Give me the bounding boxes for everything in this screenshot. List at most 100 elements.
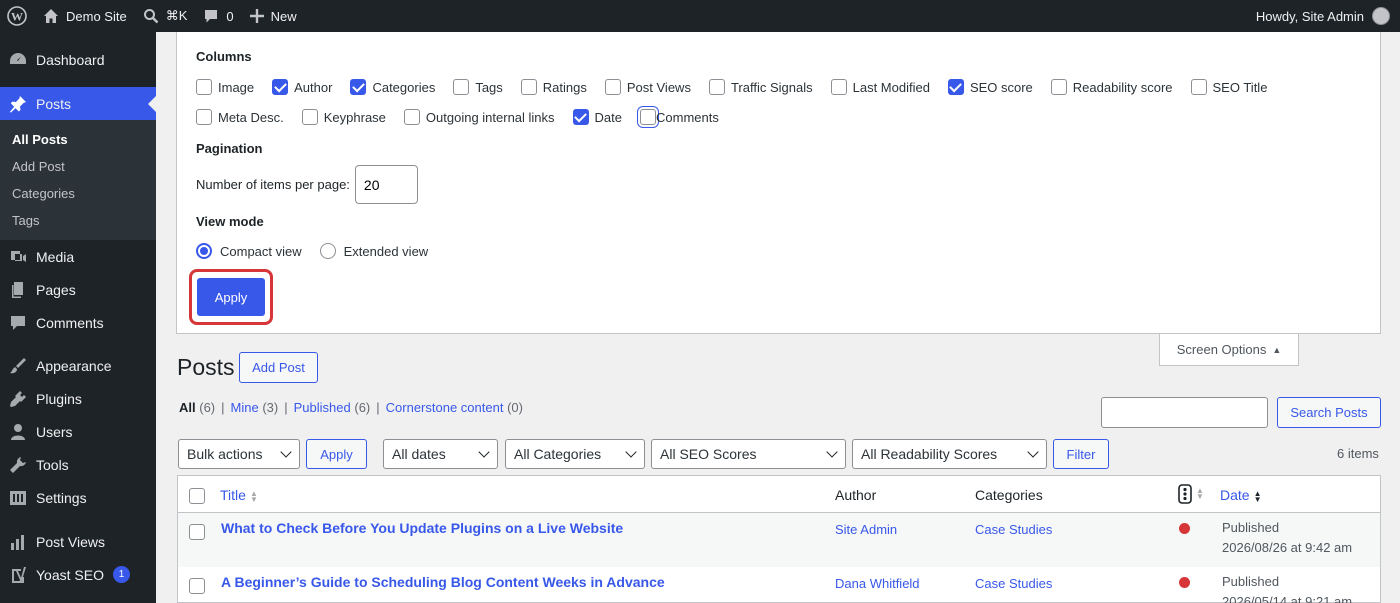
column-checkbox[interactable] <box>708 79 725 95</box>
bulk-actions-select[interactable]: Bulk actions <box>178 439 300 469</box>
column-checkbox[interactable] <box>640 109 657 125</box>
select-all-checkbox[interactable] <box>189 488 205 504</box>
comments-link[interactable]: 0 <box>195 0 241 32</box>
post-title-link[interactable]: A Beginner’s Guide to Scheduling Blog Co… <box>221 574 665 590</box>
column-checkbox[interactable] <box>830 79 847 95</box>
column-option[interactable]: Tags <box>453 79 503 95</box>
filter-published-label: Published <box>293 400 351 415</box>
categories-select[interactable]: All Categories <box>505 439 645 469</box>
readability-select[interactable]: All Readability Scores <box>852 439 1047 469</box>
extended-view-option[interactable]: Extended view <box>319 243 428 259</box>
extended-view-radio[interactable] <box>319 243 336 259</box>
column-date-label: Date <box>1220 487 1250 503</box>
column-option[interactable]: Comments <box>640 109 719 125</box>
column-option[interactable]: Last Modified <box>830 79 930 95</box>
submenu-add-post[interactable]: Add Post <box>0 153 156 180</box>
post-date: Published 2026/05/14 at 9:21 am <box>1222 572 1352 603</box>
menu-pages[interactable]: Pages <box>0 273 156 306</box>
menu-media[interactable]: Media <box>0 240 156 273</box>
column-seo-header[interactable]: ▲ ▼ <box>1178 484 1204 504</box>
filter-mine[interactable]: Mine (3) <box>231 400 279 415</box>
menu-yoast-seo[interactable]: Yoast SEO 1 <box>0 558 156 591</box>
filter-mine-count: (3) <box>262 400 279 415</box>
menu-tools[interactable]: Tools <box>0 448 156 481</box>
compact-view-radio[interactable] <box>196 243 212 259</box>
submenu-tags[interactable]: Tags <box>0 207 156 234</box>
column-checkbox[interactable] <box>196 79 212 95</box>
add-post-button[interactable]: Add Post <box>239 352 318 383</box>
column-option[interactable]: Keyphrase <box>301 109 386 125</box>
column-option-label: Keyphrase <box>323 109 386 125</box>
column-checkbox[interactable] <box>520 79 537 95</box>
column-checkbox[interactable] <box>272 79 289 95</box>
search-posts-input[interactable] <box>1101 397 1268 428</box>
row-checkbox[interactable] <box>189 524 205 540</box>
column-checkbox[interactable] <box>1190 79 1207 95</box>
menu-plugins[interactable]: Plugins <box>0 382 156 415</box>
row-checkbox[interactable] <box>189 578 205 594</box>
screen-options-apply-button[interactable]: Apply <box>197 278 265 316</box>
column-option[interactable]: Date <box>572 109 622 125</box>
new-content-link[interactable]: New <box>242 0 305 32</box>
column-option[interactable]: Outgoing internal links <box>403 109 555 125</box>
menu-users[interactable]: Users <box>0 415 156 448</box>
filter-all[interactable]: All (6) <box>179 400 215 415</box>
column-checkbox[interactable] <box>403 109 420 125</box>
site-name-link[interactable]: Demo Site <box>35 0 135 32</box>
menu-comments[interactable]: Comments <box>0 306 156 339</box>
wordpress-logo-icon[interactable]: W <box>0 0 35 32</box>
compact-view-option[interactable]: Compact view <box>196 243 302 259</box>
submenu-all-posts[interactable]: All Posts <box>0 126 156 153</box>
my-account[interactable]: Howdy, Site Admin <box>1256 7 1400 25</box>
column-option[interactable]: Author <box>272 79 332 95</box>
column-checkbox[interactable] <box>604 79 621 95</box>
column-option[interactable]: Ratings <box>520 79 587 95</box>
column-checkbox[interactable] <box>572 109 589 125</box>
column-option[interactable]: SEO Title <box>1190 79 1267 95</box>
column-option[interactable]: Readability score <box>1050 79 1173 95</box>
filter-published[interactable]: Published (6) <box>294 400 371 415</box>
column-option[interactable]: Traffic Signals <box>708 79 813 95</box>
column-checkbox[interactable] <box>453 79 470 95</box>
column-checkbox[interactable] <box>301 109 318 125</box>
per-page-input[interactable] <box>354 165 418 204</box>
menu-post-views[interactable]: Post Views <box>0 525 156 558</box>
post-category-link[interactable]: Case Studies <box>975 576 1052 591</box>
bulk-actions-value: Bulk actions <box>187 446 263 462</box>
column-option-label: Last Modified <box>852 79 930 95</box>
sort-desc-icon: ▲ ▼ <box>1253 488 1262 504</box>
column-option[interactable]: Categories <box>350 79 435 95</box>
seo-scores-select[interactable]: All SEO Scores <box>651 439 846 469</box>
menu-post-views-label: Post Views <box>36 533 105 550</box>
separator: | <box>376 400 380 415</box>
filter-button[interactable]: Filter <box>1053 439 1109 469</box>
column-option[interactable]: SEO score <box>947 79 1033 95</box>
column-title-header[interactable]: Title ▲ ▼ <box>220 487 258 503</box>
column-option[interactable]: Post Views <box>604 79 691 95</box>
menu-posts[interactable]: Posts <box>0 87 156 120</box>
column-checkbox[interactable] <box>1050 79 1067 95</box>
settings-icon <box>10 490 26 505</box>
submenu-categories[interactable]: Categories <box>0 180 156 207</box>
filter-cornerstone[interactable]: Cornerstone content (0) <box>386 400 523 415</box>
column-date-header[interactable]: Date ▲ ▼ <box>1220 487 1262 503</box>
column-checkbox[interactable] <box>196 109 212 125</box>
search-command[interactable]: ⌘K <box>135 0 196 32</box>
table-row: What to Check Before You Update Plugins … <box>178 513 1380 567</box>
column-option[interactable]: Image <box>196 79 254 95</box>
bulk-apply-button[interactable]: Apply <box>306 439 367 469</box>
column-checkbox[interactable] <box>350 79 367 95</box>
search-posts-button[interactable]: Search Posts <box>1277 397 1381 428</box>
screen-options-tab[interactable]: Screen Options ▲ <box>1159 334 1299 366</box>
post-author-link[interactable]: Dana Whitfield <box>835 576 920 591</box>
dates-select[interactable]: All dates <box>383 439 498 469</box>
column-option[interactable]: Meta Desc. <box>196 109 284 125</box>
post-title-link[interactable]: What to Check Before You Update Plugins … <box>221 520 623 536</box>
column-checkbox[interactable] <box>947 79 964 95</box>
post-category-link[interactable]: Case Studies <box>975 522 1052 537</box>
column-option-label: Comments <box>656 109 719 125</box>
menu-settings[interactable]: Settings <box>0 481 156 514</box>
post-author-link[interactable]: Site Admin <box>835 522 897 537</box>
menu-appearance[interactable]: Appearance <box>0 349 156 382</box>
menu-dashboard[interactable]: Dashboard <box>0 43 156 76</box>
